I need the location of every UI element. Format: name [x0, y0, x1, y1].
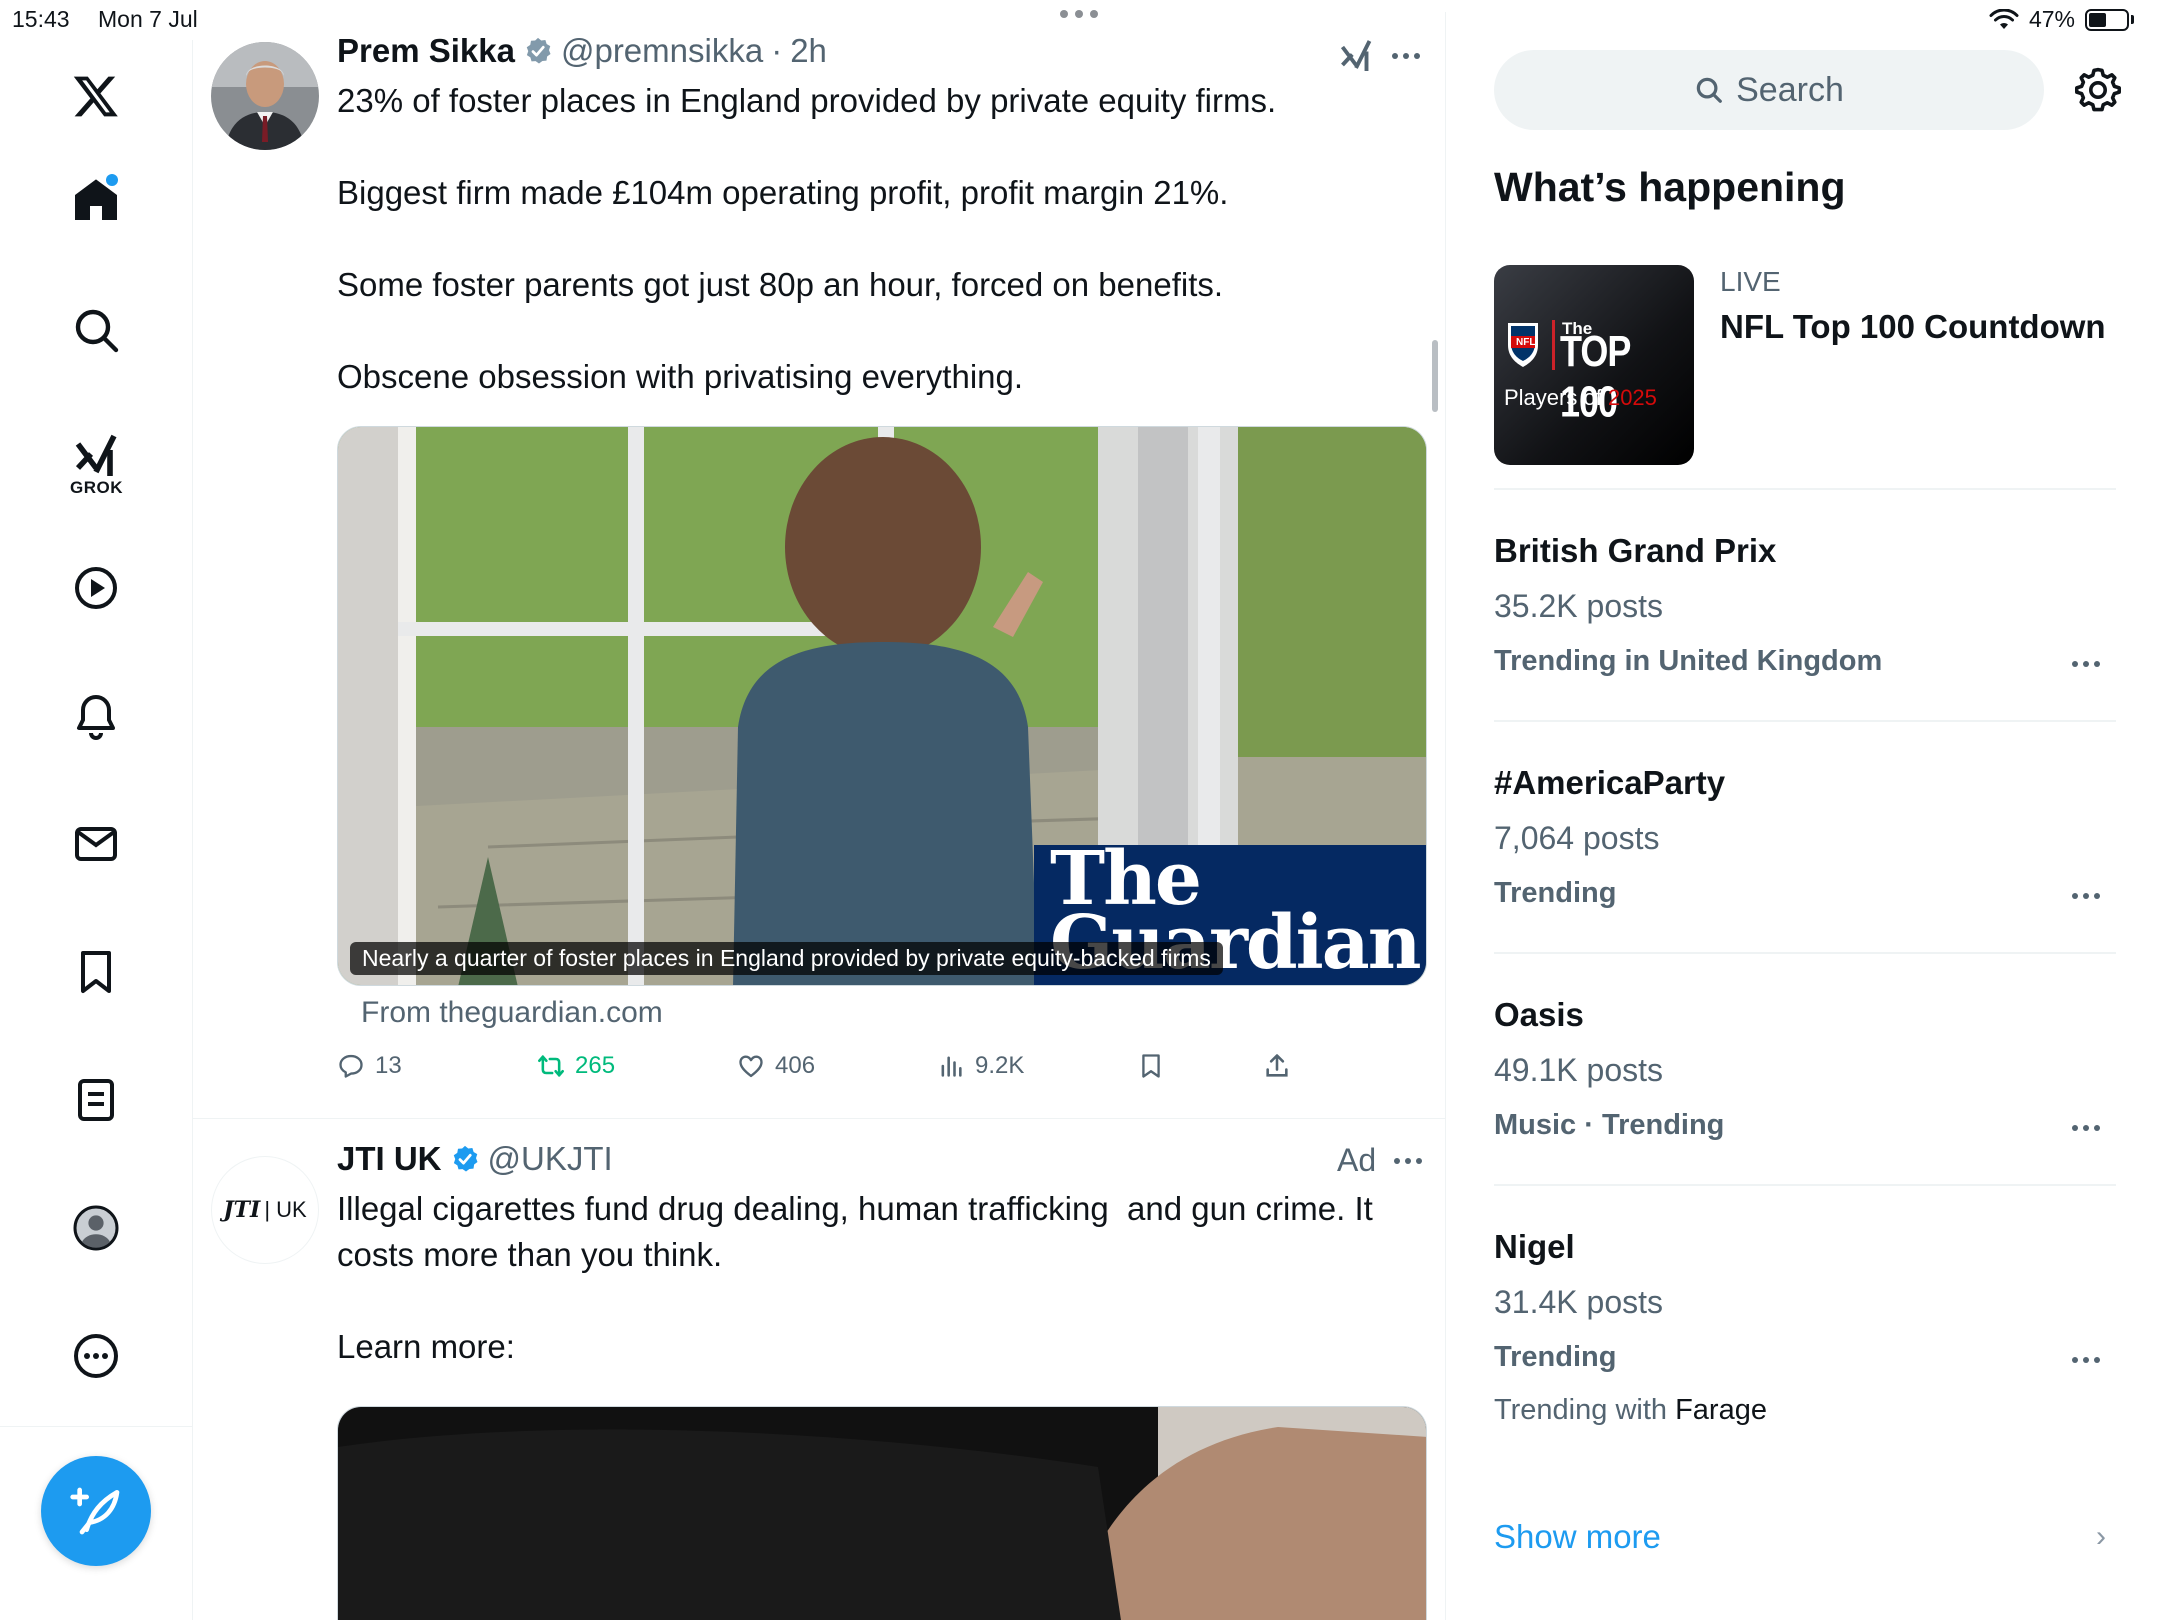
battery-percent: 47%: [2028, 6, 2075, 32]
views-chart-icon: [941, 1056, 962, 1077]
search-placeholder: Search: [1736, 70, 1844, 109]
reply-count: 13: [375, 1052, 402, 1079]
repost-button[interactable]: 265: [537, 1052, 615, 1080]
video-icon[interactable]: [66, 558, 126, 618]
post-more-icon[interactable]: [1392, 53, 1420, 59]
nfl-top100-thumbnail[interactable]: NFL The TOP 100 Players of 2025: [1494, 265, 1694, 465]
card-headline: Nearly a quarter of foster places in Eng…: [350, 942, 1223, 975]
grok-explain-icon[interactable]: [1338, 38, 1374, 74]
trend-divider: [1494, 1184, 2116, 1186]
profile-icon[interactable]: [66, 1198, 126, 1258]
author-name[interactable]: Prem Sikka: [337, 32, 515, 70]
live-event-title[interactable]: NFL Top 100 Countdown: [1720, 308, 2106, 346]
feed-scroll-indicator[interactable]: [1432, 340, 1438, 412]
status-date: Mon 7 Jul: [98, 6, 198, 32]
verified-grey-icon: [526, 37, 551, 64]
grok-icon[interactable]: [66, 426, 126, 486]
left-navigation: GROK: [0, 40, 193, 1620]
tweet-divider: [193, 1118, 1445, 1119]
show-more-link[interactable]: Show more: [1494, 1518, 1661, 1556]
wifi-icon: [1989, 8, 2019, 29]
author-name[interactable]: JTI UK: [337, 1140, 442, 1178]
heart-icon: [739, 1055, 763, 1078]
author-handle[interactable]: @premnsikka: [561, 32, 763, 70]
trend-divider: [1494, 488, 2116, 490]
live-label: LIVE: [1720, 266, 1781, 297]
settings-gear-icon[interactable]: [2074, 66, 2122, 114]
tweet-text: Illegal cigarettes fund drug dealing, hu…: [337, 1190, 1373, 1365]
status-right: 47%: [1989, 6, 2134, 33]
bookmark-button[interactable]: [1137, 1052, 1165, 1080]
trend-posts: 31.4K posts: [1494, 1284, 1663, 1320]
reply-button[interactable]: 13: [337, 1052, 402, 1080]
author-handle[interactable]: @UKJTI: [488, 1140, 613, 1178]
trend-related-farage[interactable]: Farage: [1675, 1394, 1767, 1426]
trend-context: Trending: [1494, 877, 1617, 909]
trend-name-british-grand-prix[interactable]: British Grand Prix: [1494, 532, 1776, 570]
post-time[interactable]: 2h: [790, 32, 827, 70]
tweet-actions: 13 265 406 9.2K: [337, 1052, 1337, 1092]
repost-icon: [538, 1055, 564, 1077]
status-time: 15:43: [12, 6, 70, 32]
compose-feather-icon: [70, 1487, 120, 1535]
bookmark-icon: [1142, 1054, 1160, 1078]
nav-divider: [0, 1426, 193, 1427]
tweet-prem-sikka[interactable]: Prem Sikka @premnsikka · 2h 23% of foste…: [193, 12, 1445, 1120]
share-button[interactable]: [1263, 1052, 1291, 1080]
post-more-icon[interactable]: [1394, 1157, 1423, 1164]
battery-icon: [2085, 8, 2129, 31]
link-card-image[interactable]: The Guardian Nearly a quarter of foster p…: [337, 426, 1427, 986]
trend-more-icon[interactable]: [2072, 893, 2100, 899]
like-button[interactable]: 406: [737, 1052, 815, 1080]
more-options-icon[interactable]: [66, 1326, 126, 1386]
avatar-jti-uk[interactable]: JTI | UK: [211, 1156, 319, 1264]
ad-label: Ad: [1337, 1142, 1377, 1178]
trend-posts: 35.2K posts: [1494, 588, 1663, 624]
compose-post-button[interactable]: [41, 1456, 151, 1566]
lists-icon[interactable]: [66, 1070, 126, 1130]
tweet-jti-uk-ad[interactable]: JTI | UK JTI UK @UKJTI Ad Illegal cigare…: [193, 1120, 1445, 1620]
grok-label: GROK: [70, 478, 123, 497]
trend-posts: 7,064 posts: [1494, 820, 1660, 856]
bookmark-nav-icon[interactable]: [66, 942, 126, 1002]
tweet-text: 23% of foster places in England provided…: [337, 82, 1277, 395]
search-input[interactable]: Search: [1494, 50, 2044, 130]
timeline-feed: Prem Sikka @premnsikka · 2h 23% of foste…: [193, 12, 1446, 1620]
trend-more-icon[interactable]: [2072, 1357, 2100, 1363]
trend-more-icon[interactable]: [2072, 661, 2100, 667]
trend-more-icon[interactable]: [2072, 1125, 2100, 1131]
trend-divider: [1494, 720, 2116, 722]
avatar-prem-sikka[interactable]: [211, 42, 319, 150]
trend-context: Trending in United Kingdom: [1494, 645, 1883, 677]
ad-video-media[interactable]: [337, 1406, 1427, 1620]
views-count: 9.2K: [975, 1052, 1025, 1079]
repost-count: 265: [575, 1052, 616, 1079]
views-button[interactable]: 9.2K: [937, 1052, 1024, 1080]
whats-happening-title: What’s happening: [1494, 164, 1846, 210]
bell-icon[interactable]: [66, 686, 126, 746]
trend-name-oasis[interactable]: Oasis: [1494, 996, 1584, 1034]
card-source-link[interactable]: From theguardian.com: [361, 996, 663, 1030]
mail-icon[interactable]: [66, 814, 126, 874]
chevron-right-icon: ›: [2096, 1520, 2106, 1553]
x-logo-icon[interactable]: [66, 66, 126, 126]
like-count: 406: [775, 1052, 816, 1079]
search-icon: [1696, 77, 1722, 103]
verified-blue-icon: [453, 1145, 478, 1172]
trend-divider: [1494, 952, 2116, 954]
trend-context: Music · Trending: [1494, 1109, 1725, 1141]
ad-video-frame: [338, 1407, 1426, 1620]
trend-context: Trending: [1494, 1341, 1617, 1373]
search-nav-icon[interactable]: [66, 300, 126, 360]
right-sidebar: Search What’s happening NFL The TOP 100 …: [1446, 40, 2160, 1620]
trend-name-nigel[interactable]: Nigel: [1494, 1228, 1575, 1266]
share-icon: [1266, 1054, 1288, 1077]
home-notification-dot: [106, 174, 118, 186]
trend-posts: 49.1K posts: [1494, 1052, 1663, 1088]
reply-icon: [339, 1054, 363, 1078]
time-separator: ·: [771, 32, 783, 69]
trend-related: Trending with Farage: [1494, 1394, 1767, 1426]
trend-name-americaparty[interactable]: #AmericaParty: [1494, 764, 1725, 802]
